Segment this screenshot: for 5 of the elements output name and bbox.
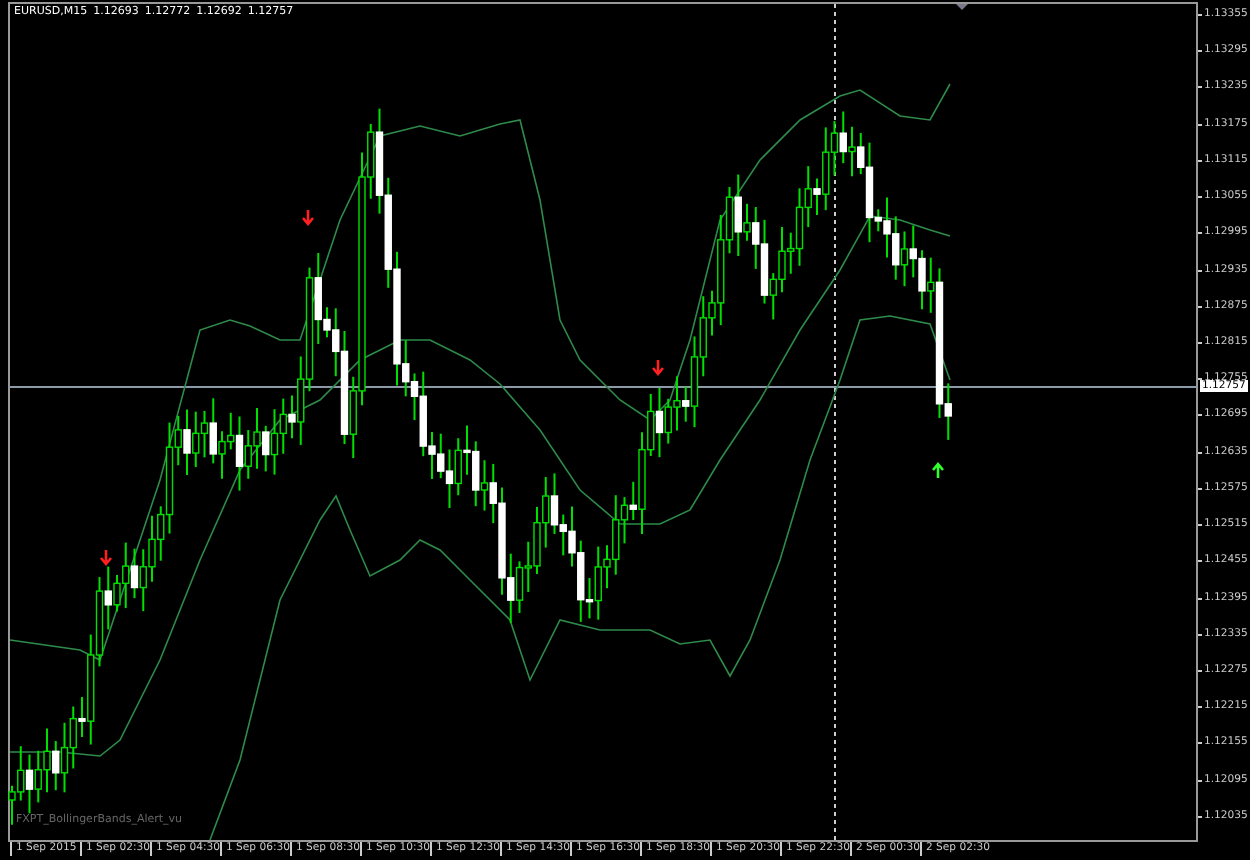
marker-icon xyxy=(956,4,968,10)
down-arrow-icon xyxy=(99,548,113,567)
up-arrow-icon xyxy=(931,461,945,480)
down-arrow-icon xyxy=(301,208,315,227)
down-arrow-icon xyxy=(651,358,665,377)
